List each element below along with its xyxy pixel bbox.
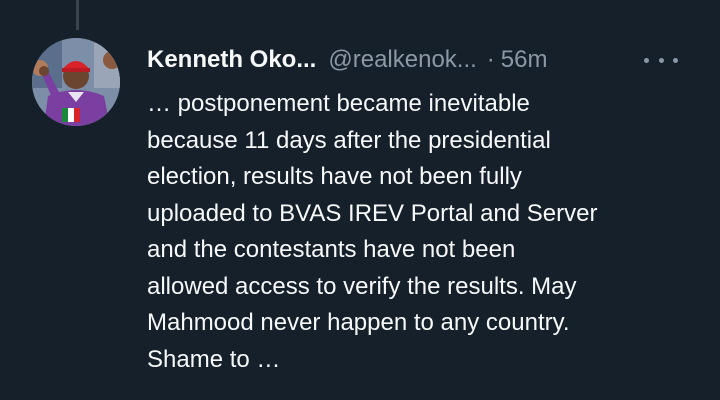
timestamp[interactable]: 56m [501,46,548,74]
tweet-text-line: uploaded to BVAS IREV Portal and Server [147,199,598,227]
avatar[interactable] [32,38,120,126]
tweet[interactable]: Kenneth Oko... @realkenok... · 56m … pos… [0,0,720,400]
author-name[interactable]: Kenneth Oko... [147,46,316,74]
more-horizontal-icon [658,57,664,63]
tweet-text-line: Mahmood never happen to any country. [147,309,570,336]
tweet-text-line: because 11 days after the presidential [147,126,551,154]
author-handle[interactable]: @realkenok... [328,46,476,74]
more-options-button[interactable] [644,50,678,70]
tweet-text-line: election, results have not been fully [147,163,522,190]
tweet-text-line: allowed access to verify the results. Ma… [147,272,577,300]
more-horizontal-icon [644,57,649,63]
tweet-header: Kenneth Oko... @realkenok... · 56m [147,42,707,78]
tweet-text-line: … postponement became inevitable [147,90,530,117]
thread-connector-line [76,0,79,30]
more-horizontal-icon [673,57,678,63]
tweet-text-line: Shame to … [147,345,281,373]
tweet-text: … postponement became inevitable because… [147,86,707,378]
separator-dot: · [486,46,495,73]
avatar-image [32,38,120,126]
tweet-text-line: and the contestants have not been [147,236,516,263]
